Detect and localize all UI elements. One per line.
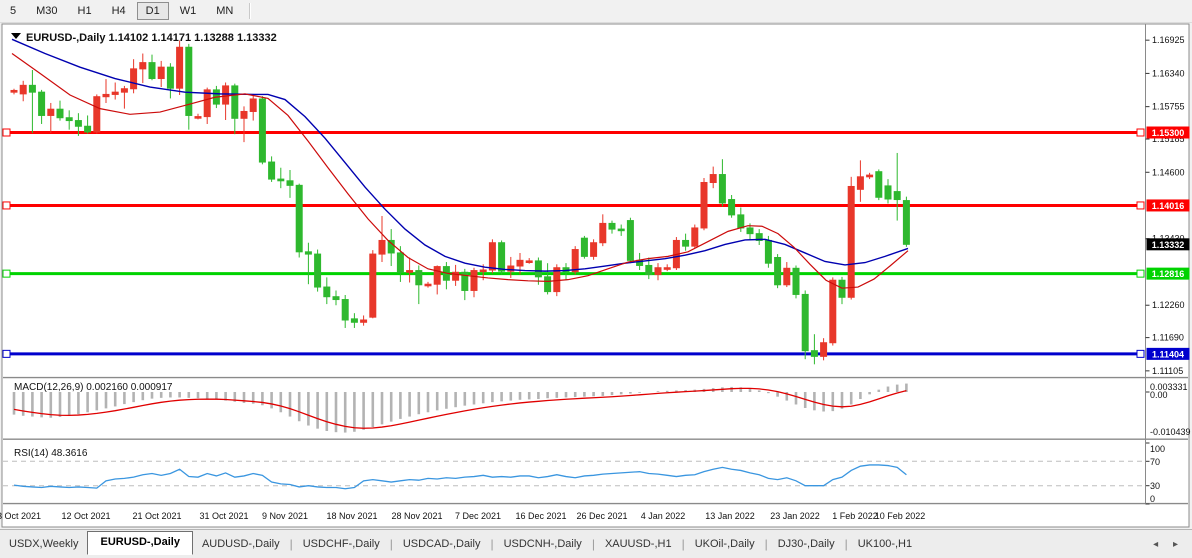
tab-audusd-daily[interactable]: AUDUSD-,Daily (193, 534, 289, 555)
svg-text:1.16340: 1.16340 (1152, 68, 1185, 78)
svg-text:1.12260: 1.12260 (1152, 300, 1185, 310)
timeframe-button-h4[interactable]: H4 (103, 2, 135, 20)
svg-text:0: 0 (1150, 494, 1155, 504)
timeframe-button-h1[interactable]: H1 (69, 2, 101, 20)
svg-text:1.12816: 1.12816 (1152, 269, 1185, 279)
svg-text:23 Jan 2022: 23 Jan 2022 (770, 511, 820, 521)
svg-text:3 Oct 2021: 3 Oct 2021 (0, 511, 41, 521)
svg-text:21 Oct 2021: 21 Oct 2021 (132, 511, 181, 521)
svg-text:1.14600: 1.14600 (1152, 167, 1185, 177)
tab-xauusd-h1[interactable]: XAUUSD-,H1 (596, 534, 681, 555)
svg-text:100: 100 (1150, 444, 1165, 454)
toolbar-divider (249, 3, 251, 19)
svg-text:-0.010439: -0.010439 (1150, 427, 1191, 437)
svg-text:1.11404: 1.11404 (1152, 349, 1184, 359)
line-handle-icon (3, 129, 10, 136)
svg-text:0.00: 0.00 (1150, 390, 1168, 400)
timeframe-button-5[interactable]: 5 (1, 2, 25, 20)
tab-uk100-h1[interactable]: UK100-,H1 (849, 534, 921, 555)
svg-text:31 Oct 2021: 31 Oct 2021 (199, 511, 248, 521)
timeframe-button-w1[interactable]: W1 (171, 2, 206, 20)
svg-text:1.15300: 1.15300 (1152, 128, 1185, 138)
timeframe-button-mn[interactable]: MN (207, 2, 242, 20)
svg-text:1.13332: 1.13332 (1152, 240, 1185, 250)
svg-text:EURUSD-,Daily 1.14102 1.14171: EURUSD-,Daily 1.14102 1.14171 1.13288 1.… (26, 32, 277, 44)
tab-eurusd-daily[interactable]: EURUSD-,Daily (87, 531, 192, 555)
svg-text:4 Jan 2022: 4 Jan 2022 (641, 511, 686, 521)
line-handle-icon (1137, 350, 1144, 357)
line-handle-icon (3, 270, 10, 277)
svg-text:70: 70 (1150, 457, 1160, 467)
svg-text:26 Dec 2021: 26 Dec 2021 (576, 511, 627, 521)
chart-area[interactable]: MACD(12,26,9) 0.002160 0.0009170.0033310… (0, 22, 1192, 530)
svg-text:16 Dec 2021: 16 Dec 2021 (515, 511, 566, 521)
svg-text:1 Feb 2022: 1 Feb 2022 (832, 511, 878, 521)
date-axis: 3 Oct 2021 12 Oct 2021 21 Oct 2021 31 Oct 2… (0, 511, 925, 521)
line-handle-icon (1137, 129, 1144, 136)
tab-usdcnh-daily[interactable]: USDCNH-,Daily (495, 534, 591, 555)
svg-text:10 Feb 2022: 10 Feb 2022 (875, 511, 926, 521)
svg-text:MACD(12,26,9) 0.002160 0.00091: MACD(12,26,9) 0.002160 0.000917 (14, 382, 173, 393)
line-handle-icon (1137, 202, 1144, 209)
svg-text:1.15755: 1.15755 (1152, 102, 1185, 112)
svg-text:30: 30 (1150, 481, 1160, 491)
tab-usdx-weekly[interactable]: USDX,Weekly (0, 534, 87, 555)
timeframe-button-m30[interactable]: M30 (27, 2, 66, 20)
chart-tab-bar: USDX,WeeklyEURUSD-,DailyAUDUSD-,Daily|US… (0, 529, 1192, 558)
chart-title: EURUSD-,Daily 1.14102 1.14171 1.13288 1.… (11, 32, 277, 44)
svg-text:13 Jan 2022: 13 Jan 2022 (705, 511, 755, 521)
svg-text:1.16925: 1.16925 (1152, 35, 1185, 45)
svg-text:RSI(14) 48.3616: RSI(14) 48.3616 (14, 448, 88, 459)
tab-ukoil-daily[interactable]: UKOil-,Daily (686, 534, 764, 555)
svg-text:12 Oct 2021: 12 Oct 2021 (61, 511, 110, 521)
tab-usdcad-daily[interactable]: USDCAD-,Daily (394, 534, 490, 555)
line-handle-icon (1137, 270, 1144, 277)
svg-text:9 Nov 2021: 9 Nov 2021 (262, 511, 308, 521)
svg-text:18 Nov 2021: 18 Nov 2021 (326, 511, 377, 521)
svg-text:1.11105: 1.11105 (1152, 366, 1183, 376)
line-handle-icon (3, 202, 10, 209)
svg-text:1.14016: 1.14016 (1152, 201, 1185, 211)
svg-text:7 Dec 2021: 7 Dec 2021 (455, 511, 501, 521)
timeframe-button-d1[interactable]: D1 (137, 2, 169, 20)
line-handle-icon (3, 350, 10, 357)
chart-window[interactable] (2, 24, 1189, 527)
timeframe-toolbar: 5M30H1H4D1W1MN (0, 0, 1192, 23)
svg-text:28 Nov 2021: 28 Nov 2021 (391, 511, 442, 521)
tab-dj30-daily[interactable]: DJ30-,Daily (769, 534, 844, 555)
tab-usdchf-daily[interactable]: USDCHF-,Daily (294, 534, 389, 555)
svg-text:1.11690: 1.11690 (1152, 333, 1184, 343)
tab-scroll-arrows[interactable]: ◂ ▸ (1153, 539, 1184, 550)
